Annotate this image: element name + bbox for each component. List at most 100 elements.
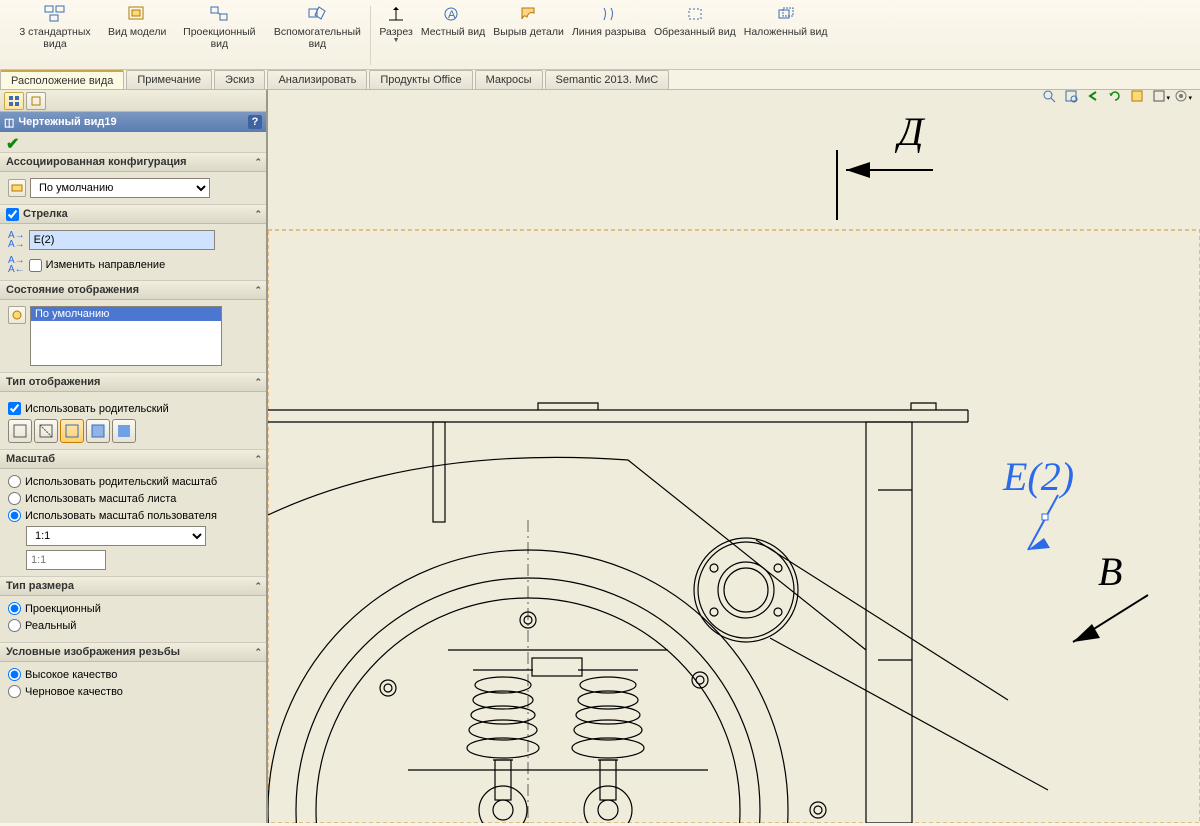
arrow-b-label: В bbox=[1098, 549, 1122, 594]
feature-manager-tab[interactable] bbox=[4, 92, 24, 110]
style-hidden-removed[interactable] bbox=[60, 419, 84, 443]
arrow-d-label: Д bbox=[894, 109, 926, 154]
thread-high-radio[interactable] bbox=[8, 668, 21, 681]
ribbon-detail-view[interactable]: A Местный вид bbox=[417, 2, 489, 69]
section-title: Тип размера bbox=[6, 580, 74, 592]
ribbon-projected-view[interactable]: Проекционный вид bbox=[170, 2, 268, 69]
style-shaded-edges[interactable] bbox=[86, 419, 110, 443]
section-body-config: По умолчанию bbox=[0, 172, 266, 204]
panel-header-tabs bbox=[0, 90, 266, 112]
arrow-enabled-checkbox[interactable] bbox=[6, 208, 19, 221]
section-header-display-state[interactable]: Состояние отображения ⌃ bbox=[0, 280, 266, 300]
ribbon-aux-view[interactable]: Вспомогательный вид bbox=[268, 2, 366, 69]
ribbon-alternate-view[interactable]: Наложенный вид bbox=[740, 2, 832, 69]
tab-office[interactable]: Продукты Office bbox=[369, 70, 472, 89]
alternate-view-icon bbox=[774, 4, 798, 24]
section-header-config[interactable]: Ассоциированная конфигурация ⌃ bbox=[0, 152, 266, 172]
view-toolbar: ▾ ▾ bbox=[1040, 87, 1194, 109]
section-header-display-type[interactable]: Тип отображения ⌃ bbox=[0, 372, 266, 392]
thread-draft-radio[interactable] bbox=[8, 685, 21, 698]
section-header-arrow[interactable]: Стрелка ⌃ bbox=[0, 204, 266, 224]
ribbon-broken-out[interactable]: Вырыв детали bbox=[489, 2, 568, 69]
tab-label: Semantic 2013. МиС bbox=[556, 74, 659, 86]
tab-label: Анализировать bbox=[278, 74, 356, 86]
use-parent-style-checkbox[interactable] bbox=[8, 402, 21, 415]
zoom-fit-icon[interactable] bbox=[1042, 89, 1060, 107]
section-view-icon[interactable] bbox=[1130, 89, 1148, 107]
hide-show-icon[interactable]: ▾ bbox=[1174, 89, 1192, 107]
ribbon-three-views[interactable]: 3 стандартных вида bbox=[6, 2, 104, 69]
property-manager-tab[interactable] bbox=[26, 92, 46, 110]
section-body-dim-type: Проекционный Реальный bbox=[0, 596, 266, 642]
ribbon-toolbar: 3 стандартных вида Вид модели Проекционн… bbox=[0, 0, 1200, 70]
section-header-dim-type[interactable]: Тип размера ⌃ bbox=[0, 576, 266, 596]
chevron-up-icon: ⌃ bbox=[254, 157, 262, 168]
display-state-listbox[interactable]: По умолчанию bbox=[30, 306, 222, 366]
scale-sheet-radio[interactable] bbox=[8, 492, 21, 505]
use-parent-style-label: Использовать родительский bbox=[25, 403, 169, 415]
scale-parent-radio[interactable] bbox=[8, 475, 21, 488]
section-header-scale[interactable]: Масштаб ⌃ bbox=[0, 449, 266, 469]
dim-real-radio[interactable] bbox=[8, 619, 21, 632]
tab-evaluate[interactable]: Анализировать bbox=[267, 70, 367, 89]
section-header-thread[interactable]: Условные изображения резьбы ⌃ bbox=[0, 642, 266, 662]
chevron-up-icon: ⌃ bbox=[254, 581, 262, 592]
ok-check-icon[interactable]: ✔ bbox=[6, 136, 19, 153]
arrow-label-input[interactable] bbox=[29, 230, 215, 250]
tab-sketch[interactable]: Эскиз bbox=[214, 70, 265, 89]
chevron-up-icon: ⌃ bbox=[254, 209, 262, 220]
config-combo[interactable]: По умолчанию bbox=[30, 178, 210, 198]
rotate-view-icon[interactable] bbox=[1108, 89, 1126, 107]
ribbon-label: Вырыв детали bbox=[493, 26, 564, 38]
display-style-buttons bbox=[8, 419, 258, 443]
ribbon-model-view[interactable]: Вид модели bbox=[104, 2, 170, 69]
three-views-icon bbox=[43, 4, 67, 24]
broken-out-icon bbox=[517, 4, 541, 24]
svg-text:A: A bbox=[448, 9, 456, 21]
drawing-canvas[interactable]: ▾ ▾ Д Е(2) В bbox=[268, 90, 1200, 823]
tab-label: Расположение вида bbox=[11, 75, 113, 87]
tab-macros[interactable]: Макросы bbox=[475, 70, 543, 89]
style-wireframe[interactable] bbox=[8, 419, 32, 443]
ribbon-label: Местный вид bbox=[421, 26, 485, 38]
reverse-label: Изменить направление bbox=[46, 259, 166, 271]
ribbon-label: Обрезанный вид bbox=[654, 26, 736, 38]
tab-semantic[interactable]: Semantic 2013. МиС bbox=[545, 70, 670, 89]
style-hidden-visible[interactable] bbox=[34, 419, 58, 443]
tab-view-layout[interactable]: Расположение вида bbox=[0, 70, 124, 89]
radio-label: Использовать родительский масштаб bbox=[25, 476, 217, 488]
section-body-display-state: По умолчанию bbox=[0, 300, 266, 372]
style-shaded[interactable] bbox=[112, 419, 136, 443]
dim-projected-radio[interactable] bbox=[8, 602, 21, 615]
radio-label: Проекционный bbox=[25, 603, 101, 615]
section-title: Условные изображения резьбы bbox=[6, 646, 180, 658]
display-state-icon bbox=[8, 306, 26, 324]
display-style-icon[interactable]: ▾ bbox=[1152, 89, 1170, 107]
tab-annotation[interactable]: Примечание bbox=[126, 70, 212, 89]
section-title: Ассоциированная конфигурация bbox=[6, 156, 187, 168]
help-button[interactable]: ? bbox=[248, 115, 262, 129]
ribbon-label: Проекционный вид bbox=[174, 26, 264, 50]
tab-label: Макросы bbox=[486, 74, 532, 86]
scale-combo[interactable]: 1:1 bbox=[26, 526, 206, 546]
list-item[interactable]: По умолчанию bbox=[31, 307, 221, 321]
previous-view-icon[interactable] bbox=[1086, 89, 1104, 107]
projected-view-icon bbox=[207, 4, 231, 24]
view-arrow-d[interactable]: Д bbox=[837, 109, 933, 220]
ribbon-label: 3 стандартных вида bbox=[10, 26, 100, 50]
zoom-area-icon[interactable] bbox=[1064, 89, 1082, 107]
section-body-scale: Использовать родительский масштаб Исполь… bbox=[0, 469, 266, 576]
scale-user-radio[interactable] bbox=[8, 509, 21, 522]
view-arrow-b[interactable]: В bbox=[1073, 549, 1148, 642]
arrow-e-label: Е(2) bbox=[1002, 454, 1074, 499]
section-icon bbox=[384, 4, 408, 24]
ribbon-label: Вид модели bbox=[108, 26, 166, 38]
arrow-grip-handle[interactable] bbox=[1042, 514, 1048, 520]
reverse-direction-checkbox[interactable] bbox=[29, 259, 42, 272]
view-selection-border bbox=[268, 230, 1200, 823]
ribbon-break-line[interactable]: Линия разрыва bbox=[568, 2, 650, 69]
ribbon-section[interactable]: Разрез ▼ bbox=[375, 2, 416, 69]
view-arrow-e-selected[interactable]: Е(2) bbox=[1002, 454, 1074, 550]
ribbon-crop-view[interactable]: Обрезанный вид bbox=[650, 2, 740, 69]
radio-label: Использовать масштаб пользователя bbox=[25, 510, 217, 522]
